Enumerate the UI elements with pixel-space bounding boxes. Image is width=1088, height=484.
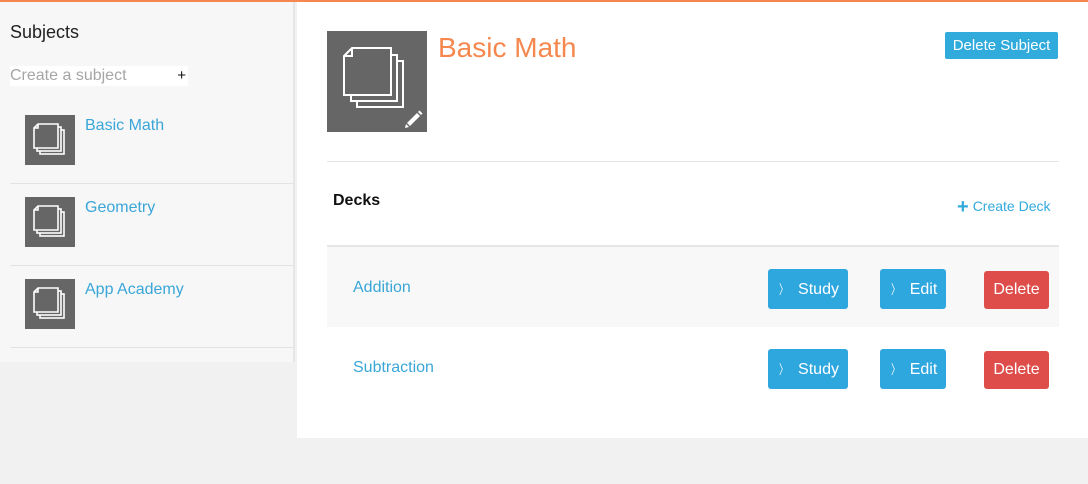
edit-label: Edit [909,361,938,378]
stacked-cards-icon [25,279,75,329]
edit-button[interactable]: 〉 Edit [880,349,946,389]
subject-item-geometry[interactable]: Geometry [10,184,293,266]
delete-deck-button[interactable]: Delete [984,351,1049,389]
create-subject-button[interactable]: + [177,67,186,84]
deck-name-link[interactable]: Addition [353,279,411,297]
create-subject-form: + [10,66,188,86]
subject-image-edit[interactable] [327,31,427,132]
plus-icon: + [957,196,969,218]
subject-name: App Academy [85,281,184,298]
subject-detail-panel: Basic Math Delete Subject Decks + Create … [297,2,1088,438]
chevron-right-icon: 〉 [778,362,789,377]
stacked-cards-icon [25,115,75,165]
stacked-cards-icon [25,197,75,247]
subject-item-app-academy[interactable]: App Academy [10,266,293,348]
deck-list: Addition 〉 Study 〉 Edit Delete Subtraction… [327,245,1059,407]
deck-name-link[interactable]: Subtraction [353,359,434,377]
create-subject-input[interactable] [10,66,170,86]
subject-name: Basic Math [85,117,165,134]
create-deck-label: Create Deck [972,198,1051,214]
pencil-icon [405,110,423,128]
study-button[interactable]: 〉 Study [768,269,848,309]
create-deck-link[interactable]: + Create Deck [957,196,1051,219]
chevron-right-icon: 〉 [890,362,900,377]
subject-name: Geometry [85,199,156,216]
chevron-right-icon: 〉 [890,282,900,297]
delete-deck-button[interactable]: Delete [984,271,1049,309]
chevron-right-icon: 〉 [778,282,789,297]
subject-item-basic-math[interactable]: Basic Math [10,102,293,184]
study-button[interactable]: 〉 Study [768,349,848,389]
decks-heading: Decks [333,192,381,209]
subject-list: Basic Math Geometry App Academy [10,102,293,348]
sidebar-title: Subjects [10,22,80,42]
delete-subject-button[interactable]: Delete Subject [945,32,1058,59]
edit-label: Edit [909,281,938,298]
edit-button[interactable]: 〉 Edit [880,269,946,309]
deck-row: Subtraction 〉 Study 〉 Edit Delete [327,327,1059,407]
study-label: Study [798,281,839,298]
divider [327,161,1059,162]
study-label: Study [798,361,839,378]
subjects-sidebar: Subjects + Basic Math [0,2,295,362]
deck-row: Addition 〉 Study 〉 Edit Delete [327,247,1059,327]
subject-title: Basic Math [438,32,577,63]
